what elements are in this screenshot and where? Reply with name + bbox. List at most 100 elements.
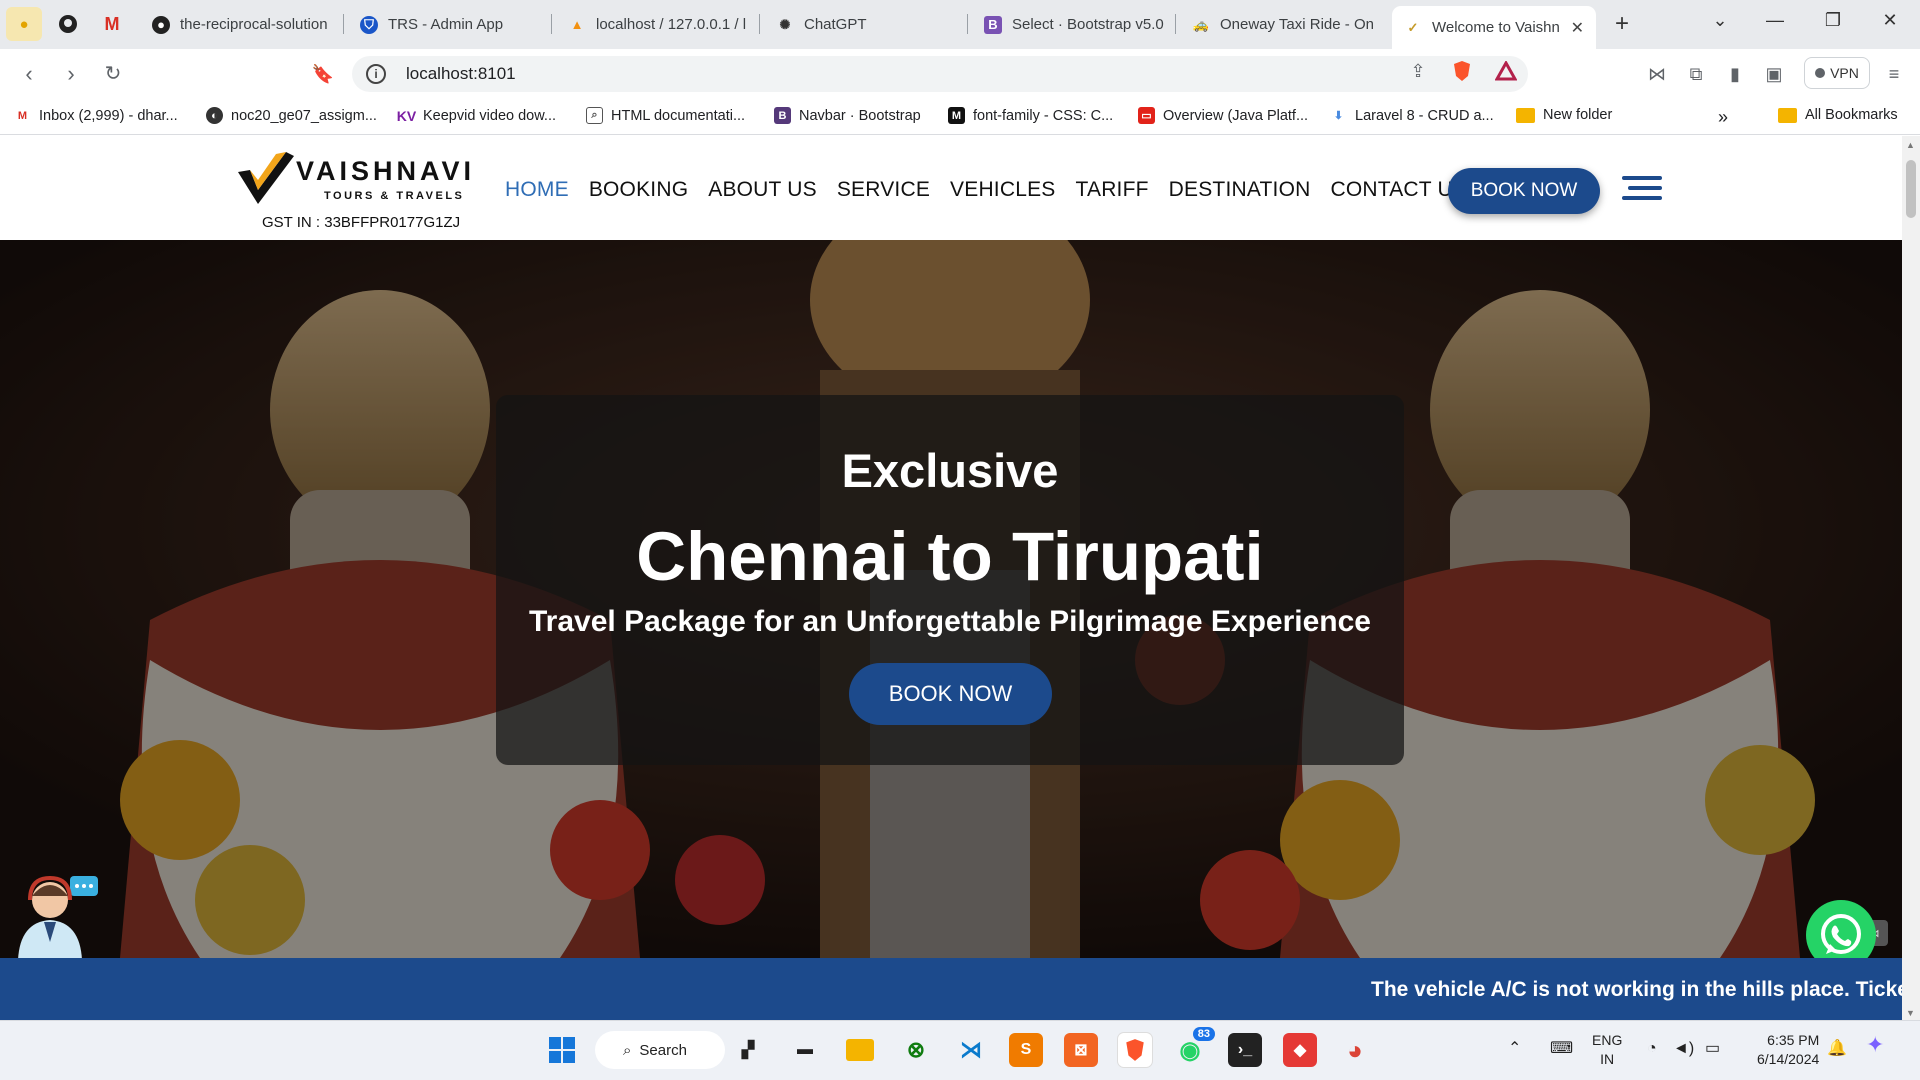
hero-banner: Exclusive Chennai to Tirupati Travel Pac… [0,240,1902,958]
bookmark-item[interactable]: ◐ noc20_ge07_assigm... [206,107,377,124]
keyboard-icon[interactable]: ⌨ [1550,1039,1573,1058]
windows-taskbar: ⌕ Search ▞ ▬ ⊗ ⋊ S ⊠ ◉ 83 ›_ ◆ ◕ ⌃ ⌨ ENG … [0,1020,1920,1080]
bookmark-item[interactable]: ⬇ Laravel 8 - CRUD a... [1330,107,1494,124]
tab-4[interactable]: B Select · Bootstrap v5.0 [972,6,1168,43]
sidebar-icon[interactable]: ▮ [1721,61,1749,87]
nav-vehicles[interactable]: VEHICLES [950,178,1055,202]
gst-number: GST IN : 33BFFPR0177G1ZJ [262,214,461,231]
page-scrollbar[interactable]: ▲ ▼ [1902,136,1920,1020]
forward-button[interactable]: › [56,61,86,87]
mdn-icon: M [948,107,965,124]
bookmark-item[interactable]: ▭ Overview (Java Platf... [1138,107,1308,124]
new-tab-button[interactable]: + [1607,10,1637,38]
anydesk-icon[interactable]: ◆ [1283,1033,1317,1067]
bookmark-item[interactable]: Mfont-family - CSS: C... [948,107,1113,124]
tab-5[interactable]: 🚕 Oneway Taxi Ride - On [1180,6,1376,43]
minimize-button[interactable]: — [1760,10,1790,31]
tab-active[interactable]: ✓ Welcome to Vaishn ✕ [1392,6,1596,49]
tab-2[interactable]: ▲ localhost / 127.0.0.1 / l [556,6,752,43]
file-explorer-icon[interactable] [843,1033,877,1067]
brave-taskbar-icon[interactable] [1118,1033,1152,1067]
webpage: VAISHNAVI TOURS & TRAVELS GST IN : 33BFF… [0,136,1902,1020]
all-bookmarks-folder[interactable]: All Bookmarks [1778,107,1898,123]
bookmark-item[interactable]: KV Keepvid video dow... [397,107,556,124]
scroll-up-icon[interactable]: ▲ [1906,140,1915,150]
chrome-icon[interactable]: ◕ [1338,1033,1372,1067]
scroll-thumb[interactable] [1906,160,1916,218]
tab-3[interactable]: ✺ ChatGPT [764,6,960,43]
close-tab-icon[interactable]: ✕ [1571,18,1584,38]
nav-about-us[interactable]: ABOUT US [708,178,817,202]
nav-contact-us[interactable]: CONTACT US [1330,178,1467,202]
reload-button[interactable]: ↻ [98,61,128,87]
bookmarks-bar: M Inbox (2,999) - dhar... ◐ noc20_ge07_ass… [0,99,1920,135]
hamburger-menu-icon[interactable] [1622,176,1662,202]
tab-0[interactable]: ● the-reciprocal-solution [140,6,336,43]
doc-icon: ⌕ [586,107,603,124]
tray-overflow-icon[interactable]: ⌃ [1508,1039,1521,1058]
nav-service[interactable]: SERVICE [837,178,930,202]
wifi-icon[interactable]: ◔ [1647,1039,1657,1058]
folder-icon [1778,107,1797,123]
language-indicator[interactable]: ENG IN [1592,1031,1622,1069]
bookmark-page-button[interactable]: 🔖 [308,61,338,87]
hero-tagline: Travel Package for an Unforgettable Pilg… [529,605,1371,638]
vpn-button[interactable]: VPN [1804,57,1870,89]
battery-icon[interactable]: ▭ [1705,1039,1720,1058]
task-view-icon[interactable]: ▞ [731,1033,765,1067]
site-logo[interactable]: VAISHNAVI TOURS & TRAVELS [236,150,496,210]
windows-start-icon[interactable] [545,1033,579,1067]
taskbar-search[interactable]: ⌕ Search [595,1031,725,1069]
nav-tariff[interactable]: TARIFF [1076,178,1149,202]
bootstrap-icon: B [774,107,791,124]
brave-shield-icon[interactable] [1448,58,1476,84]
copilot-icon[interactable]: ✦ [1866,1034,1884,1056]
sublime-icon[interactable]: S [1009,1033,1043,1067]
brave-rewards-icon[interactable] [1492,58,1520,84]
support-agent-icon[interactable] [8,870,100,960]
more-bookmarks-icon[interactable]: » [1718,107,1728,128]
gmail-icon: M [17,109,28,122]
phpmyadmin-icon: ▲ [570,17,584,32]
clock[interactable]: 6:35 PM 6/14/2024 [1757,1031,1819,1069]
pinned-tab-github[interactable] [50,7,86,41]
volume-icon[interactable]: ◄) [1673,1039,1694,1058]
announcement-ticker: The vehicle A/C is not working in the hi… [0,958,1902,1020]
wallet-icon[interactable]: ▣ [1760,61,1788,87]
bookmark-folder[interactable]: New folder [1516,107,1612,123]
bookmark-item[interactable]: ⌕ HTML documentati... [586,107,745,124]
vscode-icon[interactable]: ⋊ [954,1033,988,1067]
bookmark-item[interactable]: M Inbox (2,999) - dhar... [14,107,178,124]
terminal-app-icon[interactable]: ▬ [788,1033,822,1067]
nav-home[interactable]: HOME [505,178,569,202]
hero-book-now-button[interactable]: BOOK NOW [849,663,1052,725]
nav-destination[interactable]: DESTINATION [1169,178,1311,202]
brand-subtitle: TOURS & TRAVELS [324,190,465,202]
extension-icon[interactable]: ⋈ [1643,61,1671,87]
address-bar[interactable]: i localhost:8101 [352,56,1528,92]
restore-button[interactable]: ❐ [1818,10,1848,31]
notification-bell-icon[interactable]: 🔔 [1827,1039,1847,1058]
nav-book-now-button[interactable]: BOOK NOW [1448,168,1600,214]
site-icon: ✓ [1407,19,1419,35]
pinned-tab-gmail[interactable]: M [94,7,130,41]
vpn-status-icon [1815,68,1826,78]
site-info-icon[interactable]: i [366,64,386,84]
postman-icon[interactable]: ⊠ [1064,1033,1098,1067]
back-button[interactable]: ‹ [14,61,44,87]
xbox-icon[interactable]: ⊗ [899,1033,933,1067]
menu-icon[interactable]: ≡ [1880,61,1908,87]
whatsapp-taskbar-icon[interactable]: ◉ 83 [1173,1027,1215,1067]
tab-1[interactable]: ⛉ TRS - Admin App [348,6,544,43]
car-icon: 🚕 [1192,16,1210,32]
scroll-down-icon[interactable]: ▼ [1906,1008,1915,1018]
close-window-button[interactable]: ✕ [1875,10,1905,31]
bulb-icon: ● [19,15,29,33]
pinned-tab-1[interactable]: ● [6,7,42,41]
share-icon[interactable]: ⇪ [1404,58,1432,84]
nav-booking[interactable]: BOOKING [589,178,688,202]
tab-search-button[interactable]: ⌄ [1705,10,1735,31]
extensions-puzzle-icon[interactable]: ⧉ [1682,61,1710,87]
cmd-icon[interactable]: ›_ [1228,1033,1262,1067]
bookmark-item[interactable]: B Navbar · Bootstrap [774,107,921,124]
